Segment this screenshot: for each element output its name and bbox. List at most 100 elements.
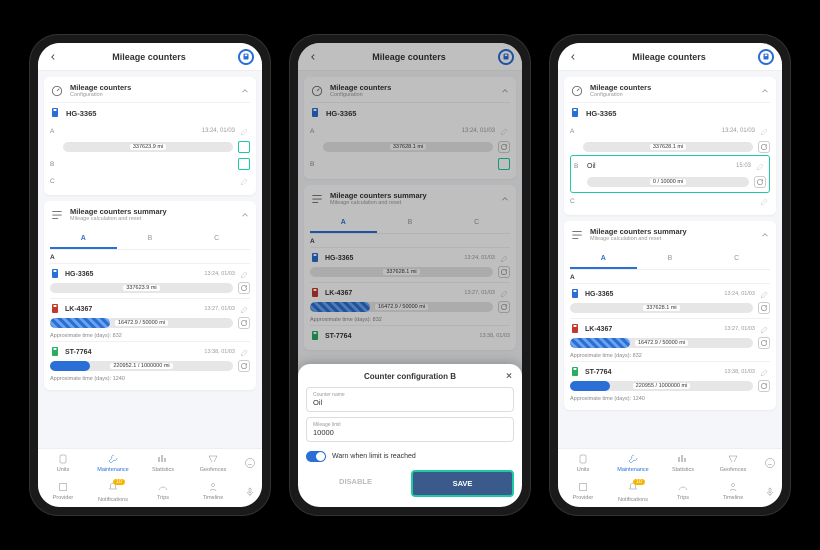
unit-row: HG-3365 <box>50 102 250 123</box>
reset-button[interactable] <box>238 282 250 294</box>
mic-icon <box>244 486 256 498</box>
refresh-icon <box>500 143 508 151</box>
statistics-icon <box>157 453 169 465</box>
nav-statistics[interactable]: Statistics <box>658 449 708 477</box>
nav-provider[interactable]: Provider <box>558 477 608 507</box>
mileage-summary-card: Mileage counters summary Mileage calcula… <box>44 201 256 390</box>
counter-name-field[interactable]: Counter name Oil <box>306 387 514 412</box>
mileage-counters-config-card: Mileage countersConfiguration HG-3365 A1… <box>304 77 516 179</box>
edit-icon[interactable] <box>500 126 510 136</box>
tab-A[interactable]: A <box>50 230 117 249</box>
edit-icon[interactable] <box>240 269 250 279</box>
refresh-icon <box>760 382 768 390</box>
nav-geofences[interactable]: Geofences <box>188 449 238 477</box>
nav-mic[interactable] <box>238 477 262 507</box>
edit-icon[interactable] <box>240 304 250 314</box>
vehicle-icon <box>50 303 60 315</box>
edit-icon[interactable] <box>240 126 250 136</box>
reset-button[interactable] <box>758 380 770 392</box>
vehicle-badge[interactable] <box>498 49 514 65</box>
disable-button[interactable]: DISABLE <box>306 470 405 497</box>
edit-icon[interactable] <box>760 126 770 136</box>
progress-text: 337623.9 mi <box>123 285 159 291</box>
nav-units[interactable]: Units <box>38 449 88 477</box>
timeline-icon <box>207 481 219 493</box>
tab-C[interactable]: C <box>703 250 770 269</box>
nav-help[interactable] <box>758 449 782 477</box>
counter-A-header: A 13:24, 01/03 <box>50 123 250 139</box>
nav-trips[interactable]: Trips <box>658 477 708 507</box>
nav-help[interactable] <box>238 449 262 477</box>
reset-button[interactable] <box>758 337 770 349</box>
warn-toggle[interactable] <box>306 451 326 462</box>
counter-A-checkbox[interactable] <box>238 141 250 153</box>
edit-icon[interactable] <box>760 324 770 334</box>
nav-notifications[interactable]: Notifications <box>608 477 658 507</box>
units-icon <box>577 453 589 465</box>
edit-icon[interactable] <box>756 161 766 171</box>
edit-icon[interactable] <box>240 347 250 357</box>
nav-units[interactable]: Units <box>558 449 608 477</box>
progress-bar: 16472.9 / 50000 mi <box>50 318 233 328</box>
card-subtitle: Configuration <box>70 92 131 98</box>
close-button[interactable]: × <box>506 371 512 382</box>
summary-unit-lk: LK-4367 13:27, 01/03 16472.9 / 50000 mi <box>50 298 250 341</box>
tab-A[interactable]: A <box>310 214 377 233</box>
nav-timeline[interactable]: Timeline <box>188 477 238 507</box>
reset-button[interactable] <box>758 141 770 153</box>
nav-maintenance[interactable]: Maintenance <box>88 449 138 477</box>
bottom-nav: Units Maintenance Statistics Geofences P… <box>38 448 262 507</box>
bell-icon <box>107 481 119 493</box>
chevron-up-icon <box>760 86 770 96</box>
tab-C[interactable]: C <box>183 230 250 249</box>
bell-icon <box>627 481 639 493</box>
nav-geofences[interactable]: Geofences <box>708 449 758 477</box>
reset-button[interactable] <box>498 301 510 313</box>
nav-trips[interactable]: Trips <box>138 477 188 507</box>
edit-icon[interactable] <box>760 367 770 377</box>
reset-button[interactable] <box>498 141 510 153</box>
tab-B[interactable]: B <box>637 250 704 269</box>
tab-C[interactable]: C <box>443 214 510 233</box>
edit-icon[interactable] <box>240 176 250 186</box>
unit-time: 13:27, 01/03 <box>204 306 235 312</box>
sheet-title: Counter configuration B <box>364 372 456 381</box>
edit-icon[interactable] <box>760 289 770 299</box>
back-button[interactable] <box>566 50 580 64</box>
phone-screen-2: Mileage counters Mileage countersConfigu… <box>290 35 530 515</box>
refresh-icon <box>760 143 768 151</box>
reset-button[interactable] <box>238 317 250 329</box>
counter-B-checkbox[interactable] <box>238 158 250 170</box>
edit-icon[interactable] <box>760 196 770 206</box>
nav-mic[interactable] <box>758 477 782 507</box>
reset-button[interactable] <box>754 176 766 188</box>
refresh-icon <box>240 284 248 292</box>
reset-button[interactable] <box>238 360 250 372</box>
mileage-limit-field[interactable]: Mileage limit 10000 <box>306 417 514 442</box>
timeline-icon <box>727 481 739 493</box>
reset-button[interactable] <box>758 302 770 314</box>
save-button[interactable]: SAVE <box>411 470 514 497</box>
nav-maintenance[interactable]: Maintenance <box>608 449 658 477</box>
reset-button[interactable] <box>498 266 510 278</box>
tab-B[interactable]: B <box>377 214 444 233</box>
nav-provider[interactable]: Provider <box>38 477 88 507</box>
vehicle-badge[interactable] <box>758 49 774 65</box>
card-header[interactable]: Mileage counters summary Mileage calcula… <box>50 207 250 226</box>
trips-icon <box>157 481 169 493</box>
back-button[interactable] <box>306 50 320 64</box>
nav-statistics[interactable]: Statistics <box>138 449 188 477</box>
tab-A[interactable]: A <box>570 250 637 269</box>
card-header[interactable]: Mileage counters Configuration <box>50 83 250 102</box>
edit-icon[interactable] <box>500 288 510 298</box>
counter-B-checkbox[interactable] <box>498 158 510 170</box>
edit-icon[interactable] <box>500 253 510 263</box>
nav-timeline[interactable]: Timeline <box>708 477 758 507</box>
speedometer-icon <box>310 84 324 98</box>
back-button[interactable] <box>46 50 60 64</box>
mileage-summary-card: Mileage counters summaryMileage calculat… <box>304 185 516 350</box>
vehicle-badge[interactable] <box>238 49 254 65</box>
tab-B[interactable]: B <box>117 230 184 249</box>
nav-notifications[interactable]: Notifications <box>88 477 138 507</box>
category-label: A <box>50 250 250 263</box>
